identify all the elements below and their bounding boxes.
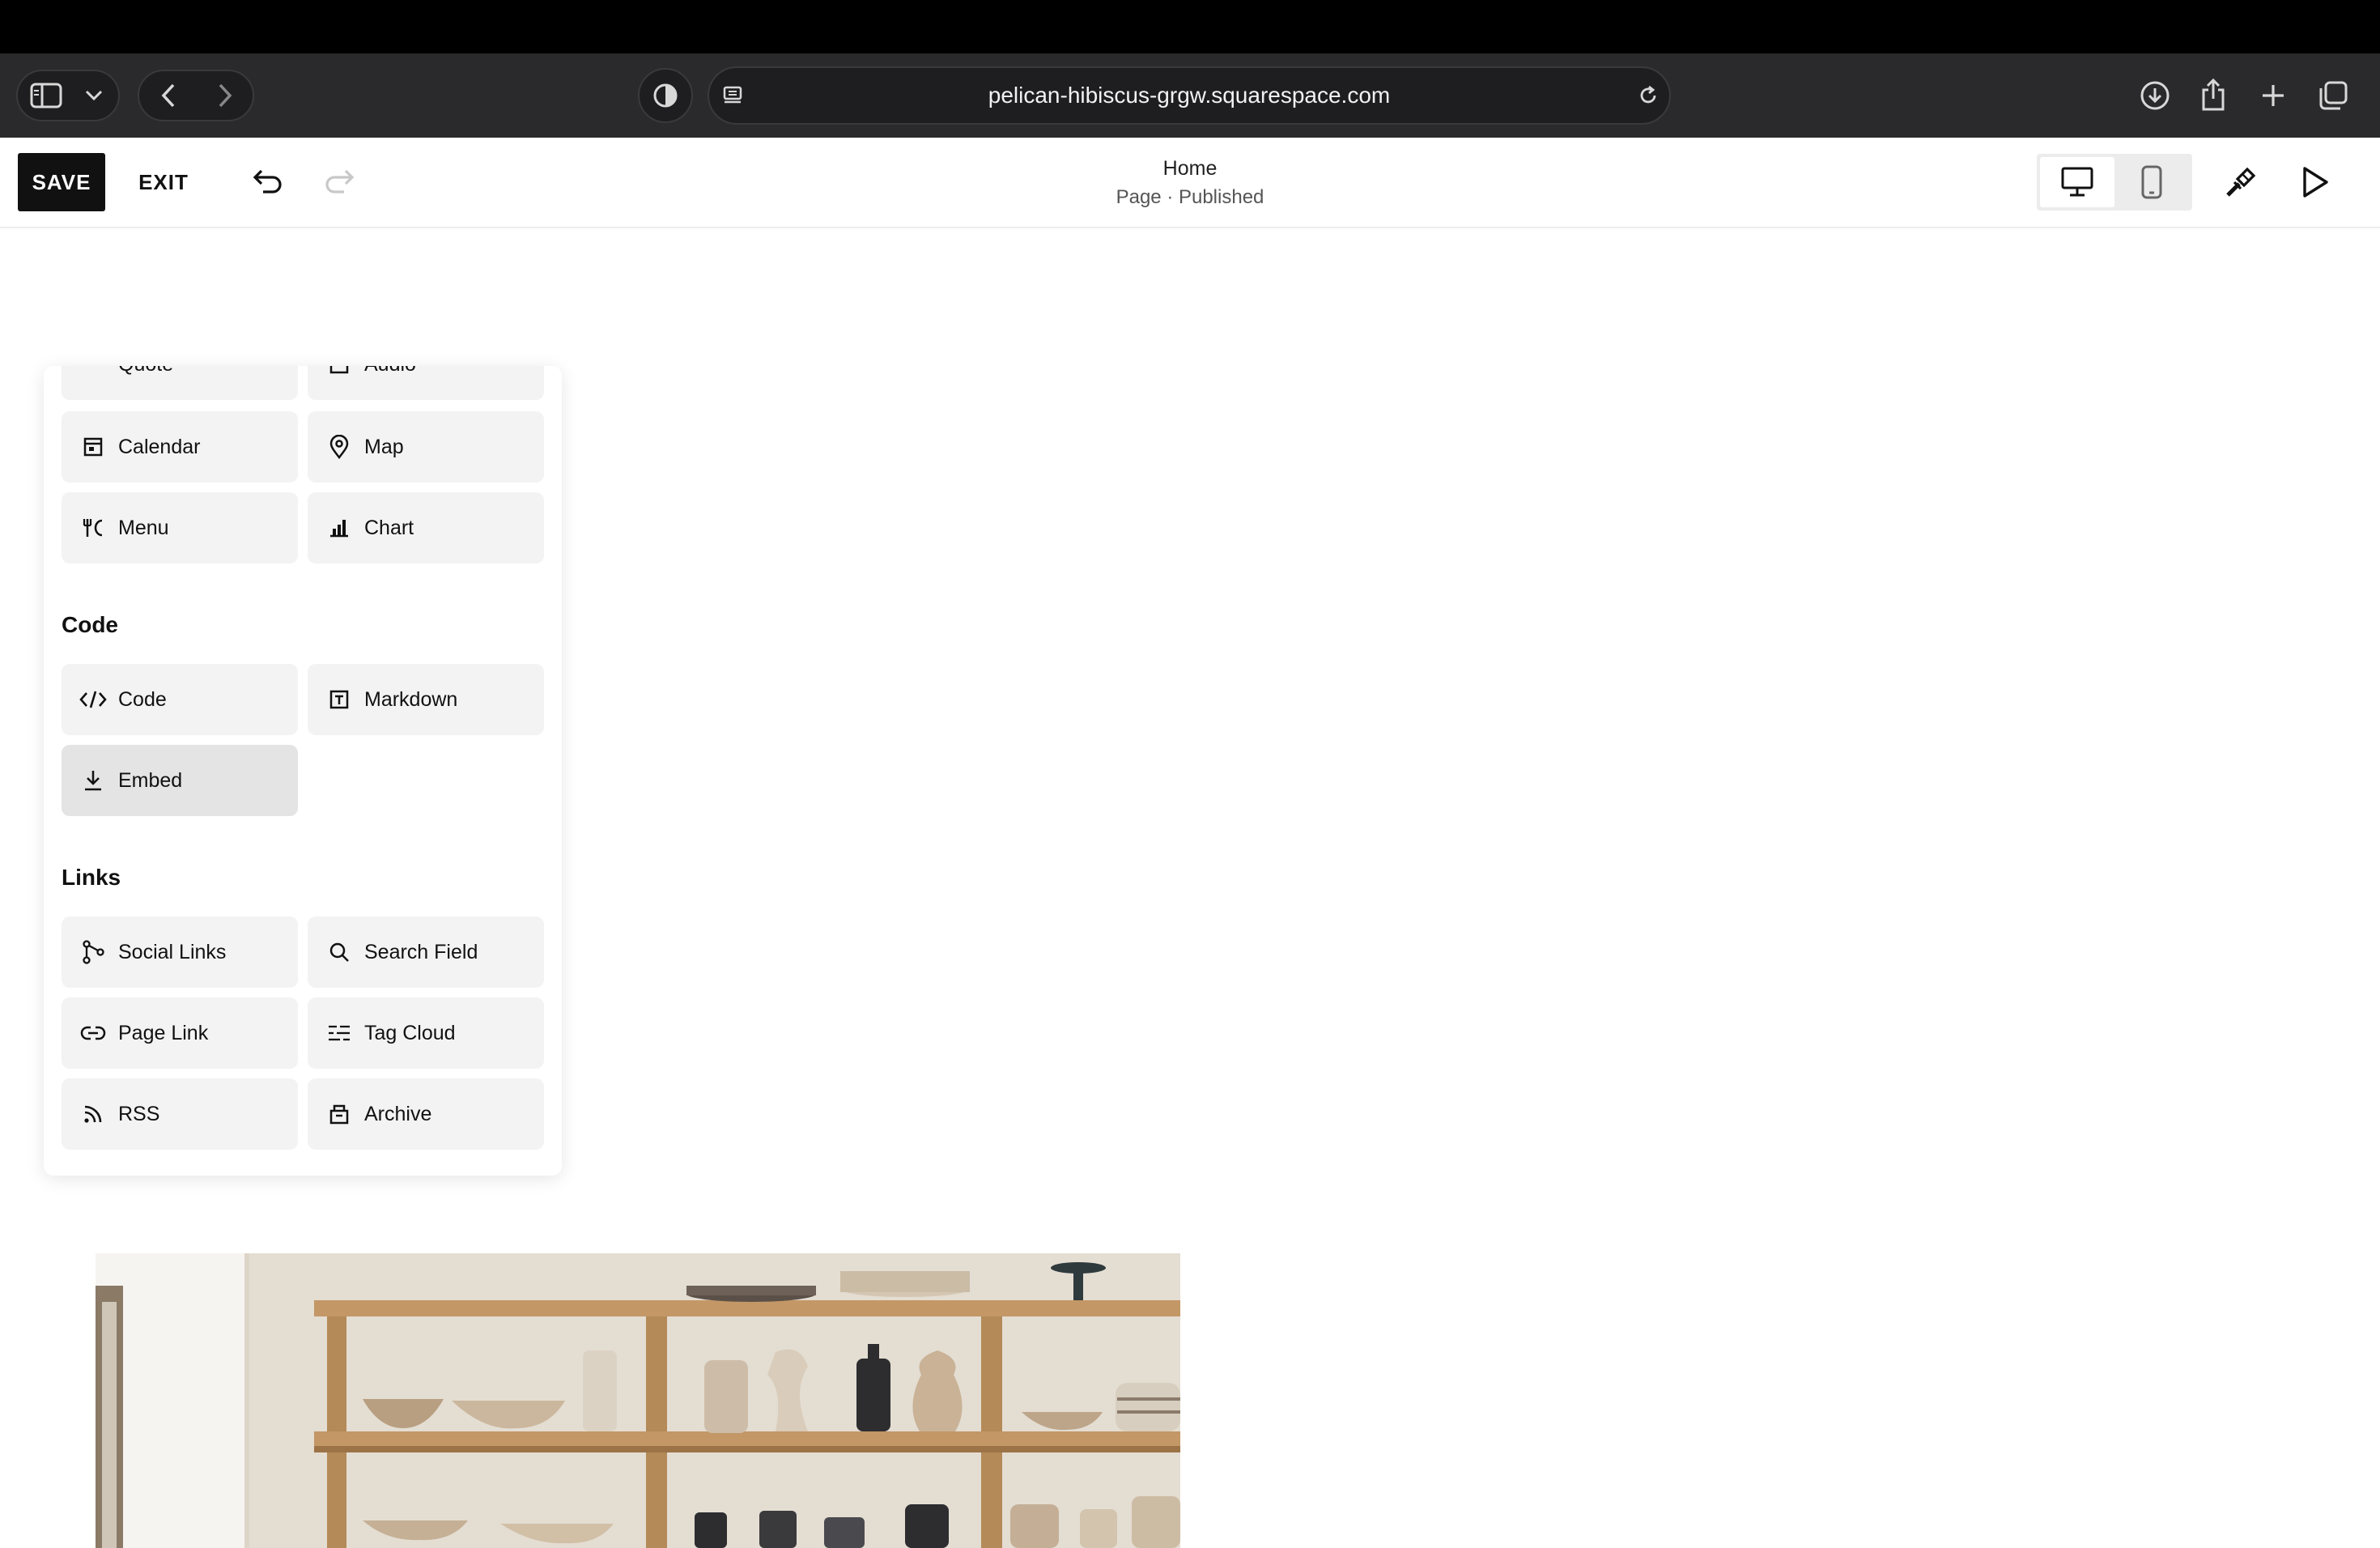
block-label: Search Field <box>364 940 478 963</box>
pottery-shelf-illustration <box>96 1253 1180 1548</box>
audio-icon <box>325 366 353 378</box>
block-label: Audio <box>364 366 416 376</box>
section-heading-code: Code <box>62 612 118 637</box>
chevron-left-icon[interactable] <box>151 78 186 113</box>
mobile-icon <box>2141 165 2162 199</box>
block-label: Calendar <box>118 435 201 458</box>
block-search-field[interactable]: Search Field <box>308 916 544 988</box>
code-icon <box>79 686 107 713</box>
block-archive[interactable]: Archive <box>308 1078 544 1150</box>
redo-icon <box>319 162 359 202</box>
reload-icon[interactable] <box>1630 78 1666 113</box>
archive-icon <box>325 1100 353 1128</box>
block-label: Chart <box>364 516 414 539</box>
map-pin-icon <box>325 433 353 461</box>
quote-icon <box>79 366 107 378</box>
block-label: Archive <box>364 1102 432 1125</box>
fork-knife-icon <box>79 514 107 542</box>
plus-icon[interactable] <box>2254 76 2293 115</box>
block-map[interactable]: Map <box>308 411 544 483</box>
block-embed[interactable]: Embed <box>62 745 298 816</box>
block-label: RSS <box>118 1102 160 1125</box>
system-menubar <box>0 0 2380 53</box>
block-label: Menu <box>118 516 169 539</box>
undo-icon[interactable] <box>248 162 288 202</box>
mobile-view-button[interactable] <box>2114 157 2189 207</box>
desktop-view-button[interactable] <box>2040 157 2114 207</box>
link-icon <box>79 1019 107 1047</box>
block-calendar[interactable]: Calendar <box>62 411 298 483</box>
page-title: Home <box>1162 157 1218 180</box>
section-heading-links: Links <box>62 865 121 890</box>
add-block-panel: Quote Audio Calendar Map Menu Chart Code… <box>44 366 562 1176</box>
desktop-icon <box>2061 167 2093 197</box>
bar-chart-icon <box>325 514 353 542</box>
block-markdown[interactable]: Markdown <box>308 664 544 735</box>
save-button[interactable]: SAVE <box>18 153 105 211</box>
share-icon[interactable] <box>2194 74 2233 115</box>
privacy-shield-icon <box>646 76 685 115</box>
block-rss[interactable]: RSS <box>62 1078 298 1150</box>
block-label: Page Link <box>118 1021 209 1044</box>
block-quote[interactable]: Quote <box>62 366 298 400</box>
block-tag-cloud[interactable]: Tag Cloud <box>308 997 544 1069</box>
chevron-down-icon[interactable] <box>79 81 108 110</box>
block-page-link[interactable]: Page Link <box>62 997 298 1069</box>
tag-cloud-icon <box>325 1019 353 1047</box>
markdown-icon <box>325 686 353 713</box>
sidebar-icon[interactable] <box>28 78 65 113</box>
block-social-links[interactable]: Social Links <box>62 916 298 988</box>
block-label: Social Links <box>118 940 227 963</box>
block-label: Code <box>118 687 167 711</box>
share-nodes-icon <box>79 938 107 966</box>
search-icon <box>325 938 353 966</box>
exit-button[interactable]: EXIT <box>130 153 198 211</box>
url-text[interactable]: pelican-hibiscus-grgw.squarespace.com <box>708 66 1671 125</box>
download-icon[interactable] <box>2136 76 2174 115</box>
block-label: Quote <box>118 366 173 376</box>
block-audio[interactable]: Audio <box>308 366 544 400</box>
hero-image[interactable] <box>96 1253 1180 1548</box>
play-icon[interactable] <box>2294 160 2336 204</box>
block-label: Map <box>364 435 404 458</box>
download-arrow-icon <box>79 767 107 794</box>
page-status: Page · Published <box>1116 186 1264 208</box>
block-label: Embed <box>118 768 183 792</box>
block-label: Tag Cloud <box>364 1021 456 1044</box>
chevron-right-icon[interactable] <box>207 78 243 113</box>
block-menu[interactable]: Menu <box>62 492 298 563</box>
tabs-icon[interactable] <box>2314 76 2352 115</box>
block-label: Markdown <box>364 687 458 711</box>
block-chart[interactable]: Chart <box>308 492 544 563</box>
calendar-icon <box>79 433 107 461</box>
rss-icon <box>79 1100 107 1128</box>
block-code[interactable]: Code <box>62 664 298 735</box>
paintbrush-icon[interactable] <box>2218 160 2263 204</box>
